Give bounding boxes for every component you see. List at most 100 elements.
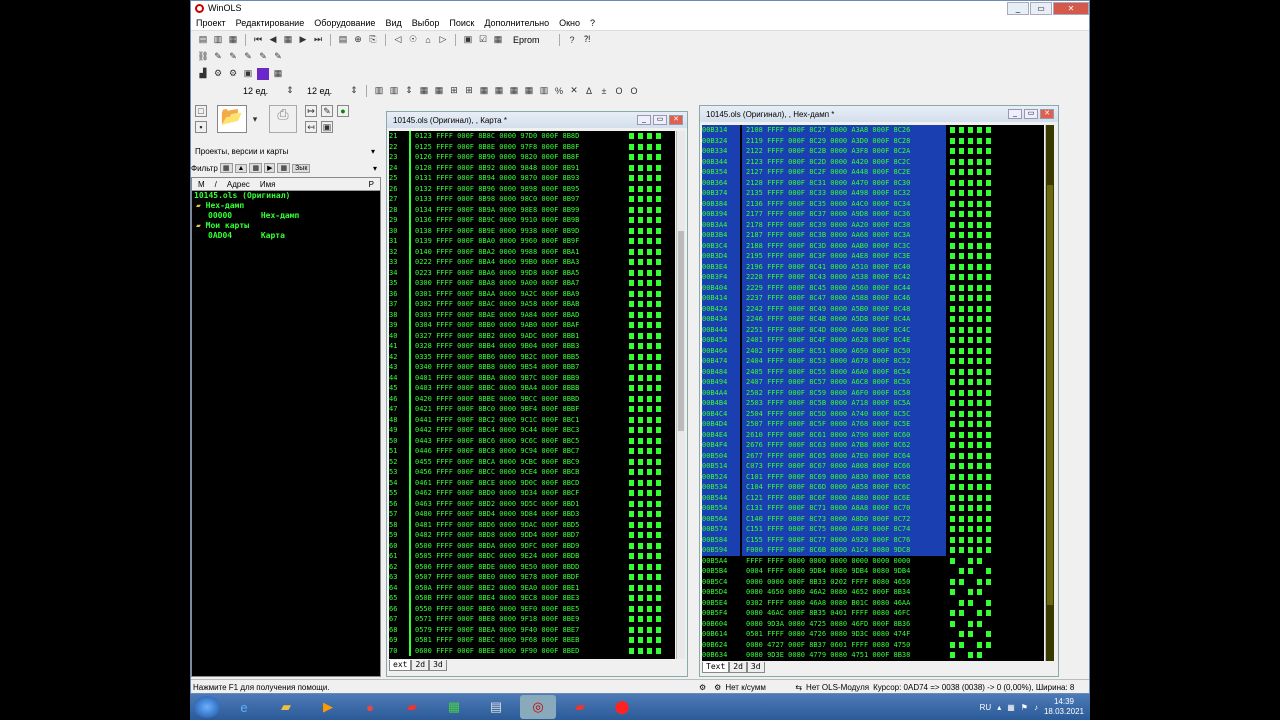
hexdump-maximize-button[interactable]: ▭ [1024,109,1038,119]
hex-row[interactable]: 00B574 C151 FFFF 000F 8C75 0000 A8F8 000F… [702,524,946,535]
last-icon[interactable]: ⏭ [312,34,324,46]
hex-row[interactable]: 34 0223 FFFF 000F 8BA6 0000 99D8 000F 8BA… [389,267,625,278]
menu-extras[interactable]: Дополнительно [479,18,554,28]
hex-row[interactable]: 00B524 C101 FFFF 000F 8C69 0000 A830 000F… [702,471,946,482]
new-icon[interactable]: □ [195,105,207,117]
hex-row[interactable]: 00B364 2128 FFFF 000F 8C31 0000 A470 000F… [702,177,946,188]
hex-row[interactable]: 21 0123 FFFF 000F 8B8C 0000 97D0 000F 8B8… [389,131,625,142]
menu-window[interactable]: Окно [554,18,585,28]
hex-row[interactable]: 00B344 2123 FFFF 000F 8C2D 0000 A420 000F… [702,156,946,167]
hex-row[interactable]: 55 0462 FFFF 000F 8BD0 0000 9D34 000F 8BC… [389,488,625,499]
hex-row[interactable]: 37 0302 FFFF 000F 8BAC 0000 9A58 000F 8BA… [389,299,625,310]
record-icon[interactable]: ⬤ [604,695,640,719]
first-icon[interactable]: ⏮ [252,34,264,46]
tray-arrow-icon[interactable]: ▴ [997,703,1001,712]
hex-row[interactable]: 00B414 2237 FFFF 000F 8C47 0000 A588 000F… [702,293,946,304]
hex-row[interactable]: 00B384 2136 FFFF 000F 8C35 0000 A4C0 000F… [702,198,946,209]
hex-row[interactable]: 43 0340 FFFF 000F 8BB8 0000 9B54 000F 8BB… [389,362,625,373]
filter-btn-2[interactable]: ▲ [234,163,248,173]
menu-view[interactable]: Вид [380,18,406,28]
forward-icon[interactable]: ▷ [437,34,449,46]
hex-row[interactable]: 00B314 2108 FFFF 000F 8C27 0000 A3A8 000F… [702,125,946,136]
hex-row[interactable]: 30 0138 FFFF 000F 8B9E 0000 9938 000F 8B9… [389,225,625,236]
hex-row[interactable]: 00B5E4 0302 FFFF 0080 46A8 0080 B01C 0080… [702,597,946,608]
hex-row[interactable]: 00B504 2677 FFFF 000F 8C65 0000 A7E0 000F… [702,450,946,461]
tool-g-icon[interactable]: ⚙ [227,68,239,80]
tool-d-icon[interactable]: ✎ [257,51,269,63]
project-filter-dropdown[interactable]: Проекты, версии и карты ▾ [193,145,379,158]
hex-row[interactable]: 45 0403 FFFF 000F 8BBC 0000 9BA4 000F 8BB… [389,383,625,394]
hex-row[interactable]: 00B404 2229 FFFF 000F 8C45 0000 A560 000F… [702,282,946,293]
hex-row[interactable]: 00B484 2405 FFFF 000F 8C55 0000 A6A0 000F… [702,366,946,377]
save-disk-icon[interactable]: ▪ [195,121,207,133]
winols-taskbar-icon[interactable]: ◎ [520,695,556,719]
map-hex-view[interactable]: 21 0123 FFFF 000F 8B8C 0000 97D0 000F 8B8… [389,131,625,659]
menu-hardware[interactable]: Оборудование [309,18,380,28]
copy-icon[interactable]: ⎘ [367,34,379,46]
col-name[interactable]: Имя [260,180,276,189]
hex-row[interactable]: 31 0139 FFFF 000F 8BA0 0000 9960 000F 8B9… [389,236,625,247]
open-icon[interactable]: ▤ [197,34,209,46]
app-red-icon[interactable]: ▰ [394,695,430,719]
menu-help[interactable]: ? [585,18,600,28]
percent-icon[interactable]: % [553,85,565,97]
hex-row[interactable]: 00B4E4 2610 FFFF 000F 8C61 0000 A790 000F… [702,429,946,440]
unit-spin-1[interactable]: ⇕ [284,85,296,97]
hex-row[interactable]: 44 0401 FFFF 000F 8BBA 0000 9B7C 000F 8BB… [389,372,625,383]
view-j-icon[interactable]: ▦ [508,85,520,97]
eprom-chip-icon[interactable]: ▦ [492,34,504,46]
hex-row[interactable]: 40 0327 FFFF 000F 8BB2 0000 9ADC 000F 8BB… [389,330,625,341]
hex-row[interactable]: 68 0579 FFFF 000F 8BEA 0000 9F40 000F 8BE… [389,624,625,635]
grid-icon[interactable]: ▦ [282,34,294,46]
multiply-icon[interactable]: ✕ [568,85,580,97]
hex-row[interactable]: 26 0132 FFFF 000F 8B96 0000 9898 000F 8B9… [389,183,625,194]
view-a-icon[interactable]: ▥ [373,85,385,97]
archive-button[interactable]: ⎙ [269,105,297,133]
hex-row[interactable]: 29 0136 FFFF 000F 8B9C 0000 9910 000F 8B9… [389,215,625,226]
hex-row[interactable]: 59 0482 FFFF 000F 8BD8 0000 9DD4 000F 8BD… [389,530,625,541]
hexdump-close-button[interactable]: ✕ [1040,109,1054,119]
table-icon[interactable]: ▦ [272,68,284,80]
plus-one-icon[interactable]: ± [598,85,610,97]
tool-a-icon[interactable]: ✎ [212,51,224,63]
unit-spin-2[interactable]: ⇕ [348,85,360,97]
tool-c-icon[interactable]: ✎ [242,51,254,63]
notepad-icon[interactable]: ▤ [478,695,514,719]
tree-item-map[interactable]: 0AD04 Карта [192,231,380,241]
hex-row[interactable]: 35 0300 FFFF 000F 8BA8 0000 9A00 000F 8BA… [389,278,625,289]
app-red2-icon[interactable]: ▰ [562,695,598,719]
view-h-icon[interactable]: ▦ [478,85,490,97]
menu-project[interactable]: Проект [191,18,231,28]
network-icon[interactable]: ▦ [1007,703,1015,712]
hex-row[interactable]: 00B594 F000 FFFF 000F 8C6B 0000 A1C4 0080… [702,545,946,556]
unit-field-2[interactable]: 12 ед. [307,86,345,96]
view-e-icon[interactable]: ▦ [433,85,445,97]
col-address[interactable]: Адрес [227,180,250,189]
hex-row[interactable]: 00B554 C131 FFFF 000F 8C71 0000 A8A8 000F… [702,503,946,514]
open-folder-button[interactable]: 📂 [217,105,247,133]
hex-row[interactable]: 33 0222 FFFF 000F 8BA4 0000 99B0 000F 8BA… [389,257,625,268]
filter-btn-4[interactable]: ▶ [264,163,276,173]
tool-b-icon[interactable]: ✎ [227,51,239,63]
close-button[interactable]: ✕ [1053,1,1089,15]
view-f-icon[interactable]: ⊞ [448,85,460,97]
checksum-icon[interactable]: ☑ [477,34,489,46]
hex-row[interactable]: 32 0140 FFFF 000F 8BA2 0000 9988 000F 8BA… [389,246,625,257]
hex-row[interactable]: 51 0446 FFFF 000F 8BC8 0000 9C94 000F 8BC… [389,446,625,457]
hex-row[interactable]: 38 0303 FFFF 000F 8BAE 0000 9A84 000F 8BA… [389,309,625,320]
save-icon[interactable]: ▥ [212,34,224,46]
hex-row[interactable]: 25 0131 FFFF 000F 8B94 0000 9870 000F 8B9… [389,173,625,184]
hex-row[interactable]: 54 0461 FFFF 000F 8BCE 0000 9D0C 000F 8BC… [389,477,625,488]
hex-icon[interactable]: ▣ [462,34,474,46]
hex-row[interactable]: 00B614 0501 FFFF 0080 4726 0080 9D3C 0080… [702,629,946,640]
folder-dropdown-icon[interactable]: ▾ [249,113,261,125]
hex-row[interactable]: 46 0420 FFFF 000F 8BBE 0000 9BCC 000F 8BB… [389,393,625,404]
tab-2d[interactable]: 2d [411,660,430,671]
hex-row[interactable]: 00B334 2122 FFFF 000F 8C2B 0000 A3F8 000F… [702,146,946,157]
hex-row[interactable]: 00B394 2177 FFFF 000F 8C37 0000 A9D8 000F… [702,209,946,220]
map-minimize-button[interactable]: _ [637,115,651,125]
hex-row[interactable]: 42 0335 FFFF 000F 8BB6 0000 9B2C 000F 8BB… [389,351,625,362]
tab-3d[interactable]: 3d [429,660,447,671]
tool-f-icon[interactable]: ⚙ [212,68,224,80]
hex-row[interactable]: 00B5C4 0000 0000 000F 8B33 0202 FFFF 0080… [702,576,946,587]
